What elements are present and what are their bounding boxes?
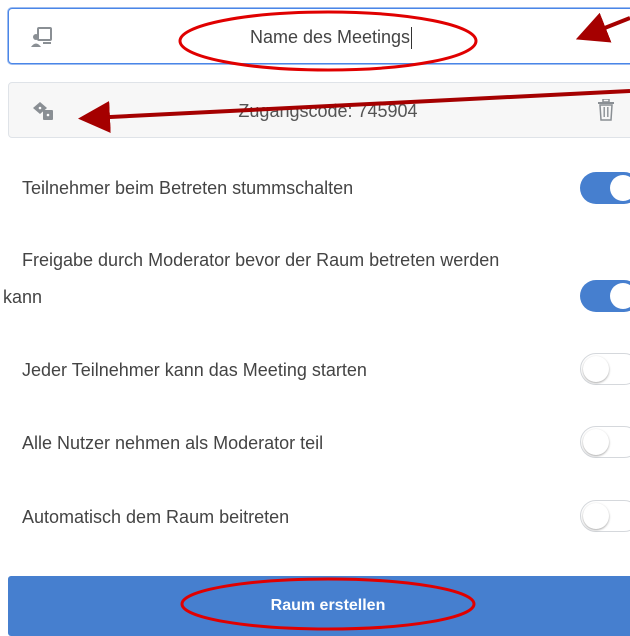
access-code-field: Zugangscode: 745904 — [8, 82, 630, 138]
room-name-input-wrap: Name des Meetings — [9, 9, 630, 65]
toggle-all-moderators[interactable] — [580, 426, 630, 458]
create-room-button[interactable]: Raum erstellen — [8, 576, 630, 636]
option-moderator-approval-label-continued: kann — [3, 287, 43, 307]
toggle-moderator-approval[interactable] — [580, 280, 630, 312]
toggle-mute-on-join[interactable] — [580, 172, 630, 204]
option-moderator-approval-label: Freigabe durch Moderator bevor der Raum … — [22, 250, 500, 270]
room-name-field[interactable]: Name des Meetings — [8, 8, 630, 64]
option-anyone-can-start-label: Jeder Teilnehmer kann das Meeting starte… — [22, 360, 367, 380]
toggle-auto-join[interactable] — [580, 500, 630, 532]
toggle-knob — [583, 503, 609, 529]
option-auto-join-label: Automatisch dem Raum beitreten — [22, 507, 290, 527]
text-cursor — [411, 27, 413, 50]
option-all-moderators-label: Alle Nutzer nehmen als Moderator teil — [22, 433, 324, 453]
toggle-knob — [583, 429, 609, 455]
toggle-knob — [610, 283, 630, 309]
option-mute-on-join-label: Teilnehmer beim Betreten stummschalten — [22, 178, 354, 198]
toggle-knob — [583, 356, 609, 382]
room-name-input[interactable]: Name des Meetings — [250, 27, 410, 47]
toggle-knob — [610, 175, 630, 201]
trash-icon[interactable] — [597, 98, 615, 126]
access-code-value: Zugangscode: 745904 — [238, 101, 418, 121]
toggle-anyone-can-start[interactable] — [580, 353, 630, 385]
